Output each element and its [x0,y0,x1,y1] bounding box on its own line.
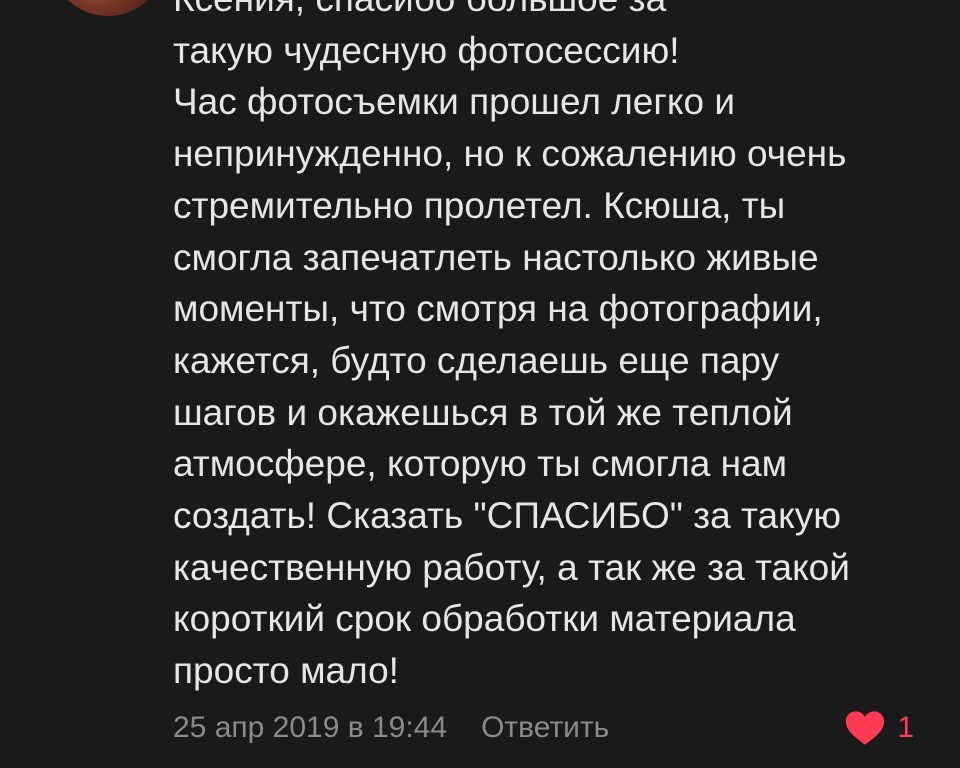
comment-text: Ксения, спасибо большое за такую чудесну… [173,0,850,692]
comment-date: 25 апр 2019 в 19:44 [173,711,448,744]
avatar[interactable] [50,0,166,16]
comment-meta: 25 апр 2019 в 19:44 Ответить [173,706,609,750]
reply-button[interactable]: Ответить [481,711,609,745]
heart-icon[interactable] [845,710,885,746]
like-button[interactable]: 1 [845,706,914,750]
like-count: 1 [897,711,914,744]
